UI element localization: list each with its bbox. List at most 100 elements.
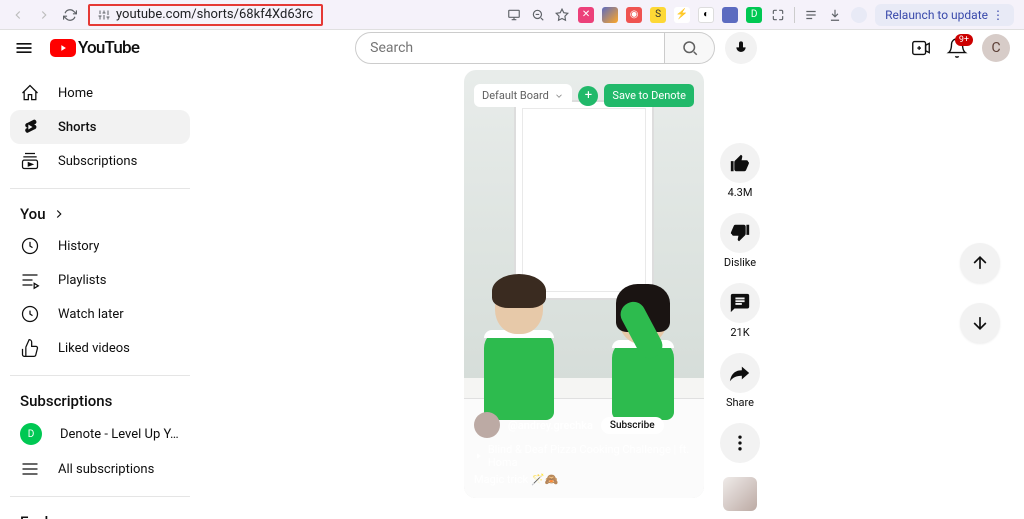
short-audio[interactable]: Magic trick 🪄🙈 (474, 473, 694, 486)
user-avatar[interactable]: C (982, 34, 1010, 62)
voice-search-button[interactable] (725, 32, 757, 64)
sidebar-you-section: You History Playlists Watch later Liked … (10, 189, 190, 376)
sidebar-item-home[interactable]: Home (10, 76, 190, 110)
board-select[interactable]: Default Board (474, 84, 572, 107)
browser-url-box[interactable]: youtube.com/shorts/68kf4Xd63rc (88, 4, 323, 26)
header-right: 9+ C (910, 34, 1010, 62)
create-icon[interactable] (910, 37, 932, 59)
sidebar-you-title[interactable]: You (10, 199, 190, 229)
zoom-icon[interactable] (530, 7, 546, 23)
relaunch-button[interactable]: Relaunch to update ⋮ (875, 4, 1014, 26)
browser-forward-icon[interactable] (36, 7, 52, 23)
chevron-down-icon (554, 91, 564, 101)
sidebar-sub-channel[interactable]: D Denote - Level Up Y... (10, 416, 190, 452)
youtube-play-icon (50, 39, 76, 57)
like-count: 4.3M (728, 186, 753, 199)
sidebar-item-label: Home (58, 86, 93, 101)
audio-thumbnail[interactable] (723, 477, 757, 511)
youtube-logo[interactable]: YouTube (50, 38, 139, 58)
screen-icon[interactable] (506, 7, 522, 23)
extension-icon[interactable]: D (746, 7, 762, 23)
sidebar-item-label: Denote - Level Up Y... (60, 427, 180, 442)
play-icon (474, 451, 483, 461)
browser-url-text: youtube.com/shorts/68kf4Xd63rc (116, 7, 313, 22)
browser-nav (10, 7, 78, 23)
sidebar-item-label: All subscriptions (58, 462, 154, 477)
channel-avatar-icon: D (20, 423, 42, 445)
sidebar-item-label: Watch later (58, 307, 124, 322)
extension-icon[interactable]: S (650, 7, 666, 23)
playlists-icon (20, 270, 40, 290)
next-short-button[interactable] (960, 303, 1000, 343)
like-button[interactable] (720, 143, 760, 183)
site-tune-icon[interactable] (98, 9, 110, 21)
share-label: Share (726, 396, 754, 409)
extensions-puzzle-icon[interactable] (770, 7, 786, 23)
board-label: Default Board (482, 89, 549, 102)
dislike-label: Dislike (724, 256, 756, 269)
history-icon (20, 236, 40, 256)
profile-icon[interactable] (851, 7, 867, 23)
short-meta: @andrey.grechka Subscribe Blind & Deaf P… (474, 412, 694, 486)
dislike-button[interactable] (720, 213, 760, 253)
yt-header: YouTube 9+ C (0, 30, 1024, 66)
home-icon (20, 83, 40, 103)
extension-icon[interactable]: ◉ (626, 7, 642, 23)
previous-short-button[interactable] (960, 243, 1000, 283)
extension-icon[interactable]: ⚡ (674, 7, 690, 23)
download-icon[interactable] (827, 7, 843, 23)
browser-reload-icon[interactable] (62, 7, 78, 23)
sidebar-main-section: Home Shorts Subscriptions (10, 66, 190, 189)
save-to-denote-button[interactable]: Save to Denote (604, 84, 694, 107)
sidebar-item-watch-later[interactable]: Watch later (10, 297, 190, 331)
sidebar-subs-title: Subscriptions (10, 386, 190, 416)
chevron-right-icon (52, 207, 66, 221)
comments-action: 21K (720, 283, 760, 339)
sidebar-item-subscriptions[interactable]: Subscriptions (10, 144, 190, 178)
channel-avatar[interactable] (474, 412, 500, 438)
dislike-action: Dislike (720, 213, 760, 269)
search-button[interactable] (665, 32, 715, 64)
comments-button[interactable] (720, 283, 760, 323)
extension-icon[interactable] (722, 7, 738, 23)
shorts-player-column: Default Board + Save to Denote @andrey.g… (200, 66, 1024, 519)
extension-icon[interactable] (602, 7, 618, 23)
search-input[interactable] (355, 32, 665, 64)
short-actions: 4.3M Dislike 21K Share (720, 70, 760, 519)
short-video[interactable]: Default Board + Save to Denote @andrey.g… (464, 70, 704, 498)
sidebar-item-label: Liked videos (58, 341, 130, 356)
reading-list-icon[interactable] (803, 7, 819, 23)
youtube-logo-text: YouTube (78, 38, 139, 58)
subscribe-button[interactable]: Subscribe (601, 417, 664, 434)
divider (794, 7, 795, 23)
bookmark-star-icon[interactable] (554, 7, 570, 23)
search-container (355, 32, 757, 64)
like-action: 4.3M (720, 143, 760, 199)
short-title: Blind & Deaf Pizza Cooking Challenge | f… (474, 443, 694, 469)
browser-chrome-bar: youtube.com/shorts/68kf4Xd63rc ✕ ◉ S ⚡ ◐… (0, 0, 1024, 30)
sidebar-item-playlists[interactable]: Playlists (10, 263, 190, 297)
sidebar-item-shorts[interactable]: Shorts (10, 110, 190, 144)
more-button[interactable] (720, 423, 760, 463)
comments-count: 21K (730, 326, 749, 339)
extension-icon[interactable]: ◐ (698, 7, 714, 23)
sidebar: Home Shorts Subscriptions You History Pl… (0, 66, 200, 519)
sidebar-item-history[interactable]: History (10, 229, 190, 263)
notification-badge: 9+ (955, 34, 973, 46)
denote-save-bar: Default Board + Save to Denote (474, 84, 694, 107)
sidebar-item-liked[interactable]: Liked videos (10, 331, 190, 365)
all-subs-icon (20, 459, 40, 479)
subscriptions-icon (20, 151, 40, 171)
sidebar-item-label: Shorts (58, 120, 96, 135)
notifications-icon[interactable]: 9+ (946, 37, 968, 59)
channel-handle[interactable]: @andrey.grechka (508, 419, 593, 432)
sidebar-explore-title: Explore (10, 507, 190, 519)
add-board-button[interactable]: + (578, 86, 598, 106)
browser-right-icons: ✕ ◉ S ⚡ ◐ D Relaunch to update ⋮ (506, 4, 1014, 26)
extension-icon[interactable]: ✕ (578, 7, 594, 23)
browser-back-icon[interactable] (10, 7, 26, 23)
hamburger-menu-icon[interactable] (14, 38, 34, 58)
sidebar-all-subscriptions[interactable]: All subscriptions (10, 452, 190, 486)
share-action: Share (720, 353, 760, 409)
share-button[interactable] (720, 353, 760, 393)
